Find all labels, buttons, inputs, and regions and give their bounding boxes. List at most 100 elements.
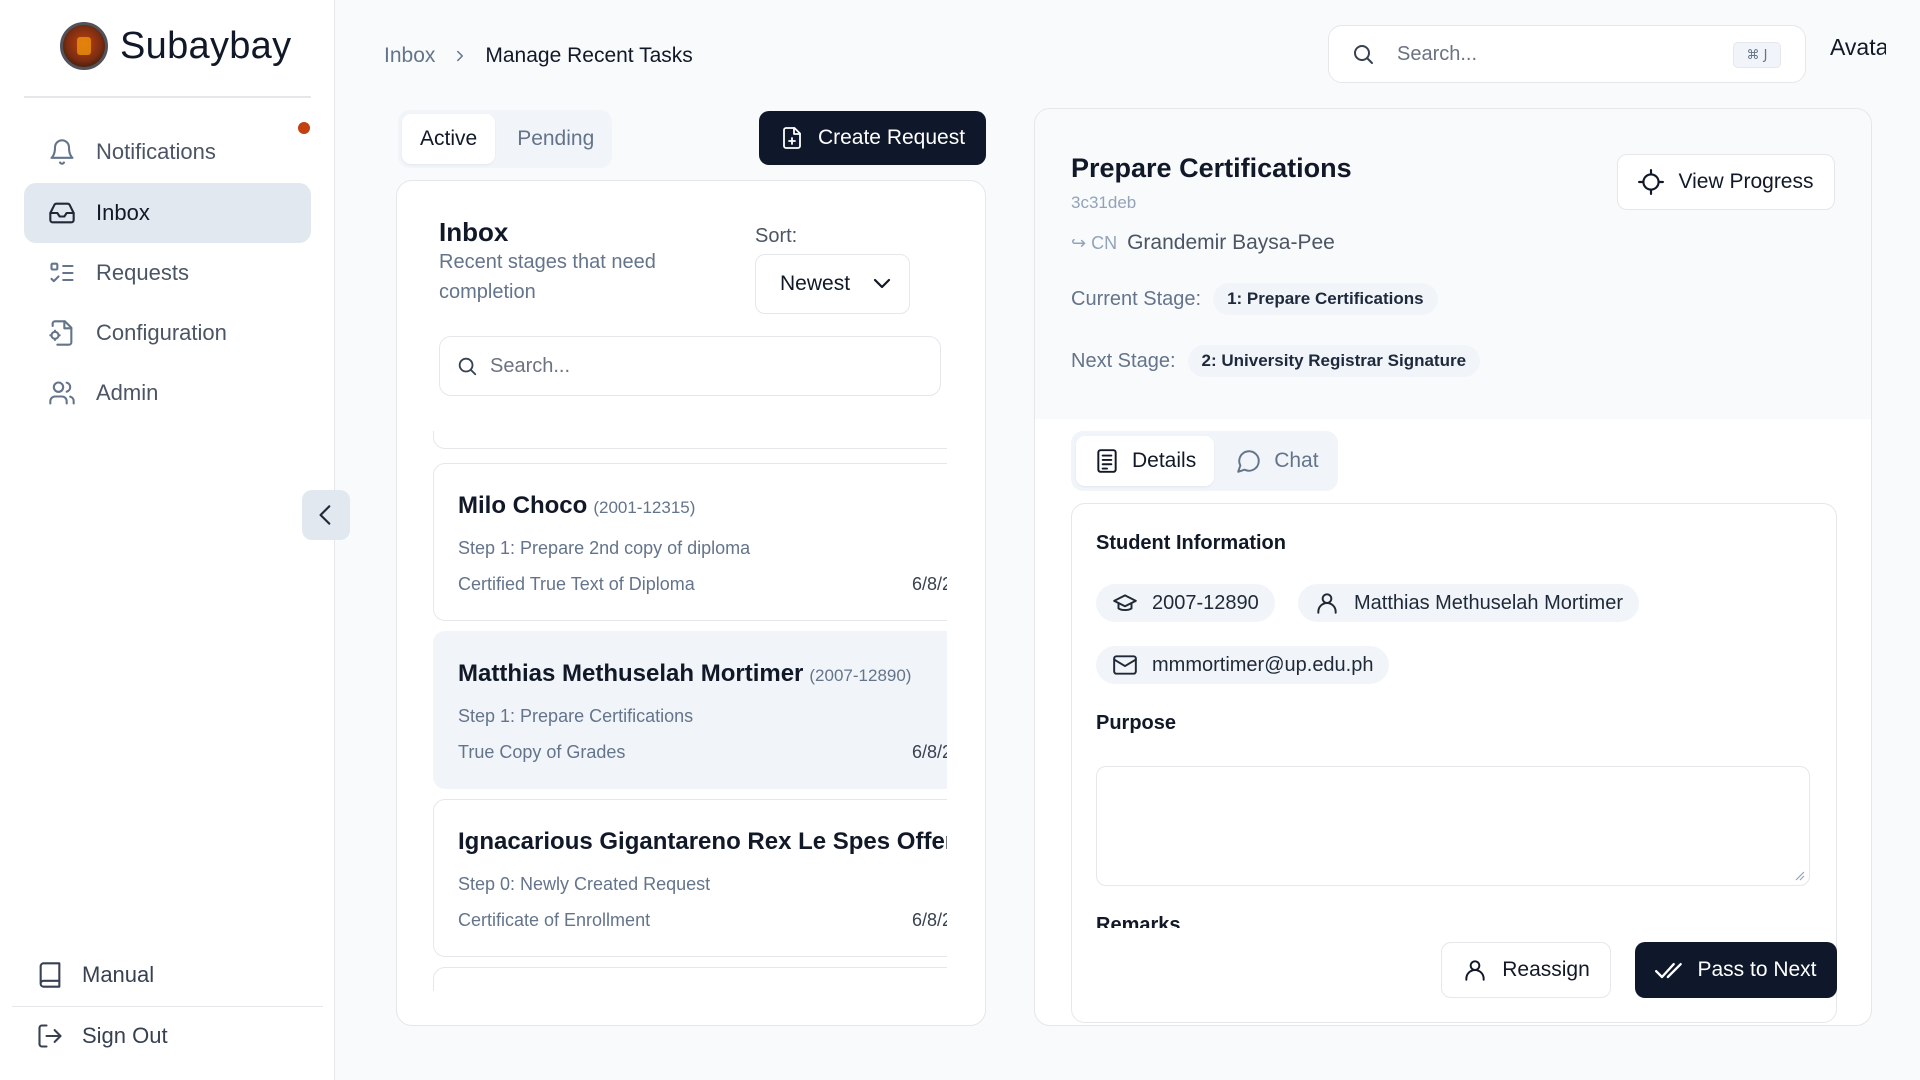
student-email: mmmortimer@up.edu.ph (1152, 653, 1374, 676)
divider (24, 96, 311, 98)
document-icon (1097, 449, 1117, 473)
sign-out-label: Sign Out (82, 1023, 168, 1048)
sidebar-item-label: Notifications (96, 139, 216, 164)
reassign-label: Reassign (1502, 958, 1590, 981)
student-id: (2007-12890) (809, 666, 912, 685)
graduation-cap-icon (1113, 594, 1137, 612)
list-item-document: Certificate of Enrollment (458, 910, 651, 930)
assignee-tag: ↪ CN (1071, 232, 1118, 253)
book-icon (39, 962, 61, 988)
sidebar-item-inbox[interactable]: Inbox (24, 183, 311, 243)
chevron-right-icon (457, 50, 464, 62)
sidebar-item-manual[interactable]: Manual (36, 961, 154, 989)
list-item-date: 6/8/2 (912, 742, 947, 762)
current-stage-label: Current Stage: (1071, 287, 1202, 310)
list-checks-icon (50, 262, 74, 283)
tab-chat[interactable]: Chat (1218, 436, 1336, 486)
list-item[interactable] (433, 431, 947, 449)
list-item-document: Certified True Text of Diploma (458, 574, 695, 594)
remarks-title: Remarks (1096, 914, 1181, 928)
requester-name: Milo Choco (458, 492, 588, 519)
list-item-document: True Copy of Grades (458, 742, 626, 762)
tab-pending[interactable]: Pending (499, 114, 612, 164)
sidebar-item-label: Admin (96, 380, 159, 405)
sign-out-icon (38, 1024, 62, 1048)
avatar[interactable]: Avatar (1830, 34, 1886, 61)
status-tabs: Active Pending (398, 110, 612, 168)
requester-name: Ignacarious Gigantareno Rex Le Spes Offe… (458, 828, 947, 855)
search-placeholder: Search... (490, 354, 571, 377)
student-number: 2007-12890 (1152, 591, 1259, 614)
view-progress-label: View Progress (1678, 170, 1814, 193)
sidebar-item-configuration[interactable]: Configuration (24, 303, 311, 363)
pass-to-next-button[interactable]: Pass to Next (1635, 942, 1837, 998)
list-item[interactable] (433, 967, 947, 991)
sidebar-item-label: Inbox (96, 200, 150, 225)
list-item[interactable]: Milo Choco (2001-12315) Step 1: Prepare 2… (433, 463, 947, 621)
create-request-button[interactable]: Create Request (759, 111, 986, 165)
current-stage-row: Current Stage: 1: Prepare Certifications (1071, 283, 1438, 315)
next-stage-label: Next Stage: (1071, 349, 1176, 372)
divider (12, 1006, 323, 1007)
user-icon (1317, 593, 1337, 614)
double-check-icon (1655, 963, 1683, 979)
stage-title: Prepare Certifications (1071, 153, 1352, 183)
sort-value: Newest (780, 272, 851, 295)
chat-bubble-icon (1237, 450, 1260, 473)
tab-active[interactable]: Active (402, 114, 496, 164)
breadcrumb-inbox[interactable]: Inbox (384, 44, 435, 68)
list-item-selected[interactable]: Matthias Methuselah Mortimer (2007-12890)… (433, 631, 947, 789)
sidebar-item-label: Requests (96, 260, 189, 285)
breadcrumb: Inbox Manage Recent Tasks (384, 44, 693, 68)
sidebar-item-notifications[interactable]: Notifications (24, 122, 311, 182)
tab-details[interactable]: Details (1076, 436, 1215, 486)
users-icon (49, 381, 75, 405)
tab-chat-label: Chat (1274, 449, 1319, 472)
university-seal-logo (60, 22, 108, 70)
file-cog-icon (49, 320, 73, 346)
list-item-step: Step 1: Prepare 2nd copy of diploma (458, 538, 751, 558)
search-placeholder: Search... (1397, 42, 1478, 65)
request-code: 3c31deb (1071, 193, 1137, 212)
resize-handle-icon[interactable] (1793, 869, 1805, 881)
purpose-textarea[interactable] (1096, 766, 1810, 886)
bell-icon (50, 139, 74, 165)
sidebar-item-label: Manual (82, 962, 155, 987)
pass-to-next-label: Pass to Next (1697, 958, 1817, 981)
details-scroll-area[interactable]: Student Information 2007-12890 Matthias … (1072, 504, 1836, 928)
inbox-search-input[interactable]: Search... (439, 336, 941, 396)
student-name-chip: Matthias Methuselah Mortimer (1298, 584, 1639, 622)
file-plus-icon (783, 127, 801, 149)
inbox-card: Inbox Recent stages that need completion… (396, 180, 986, 1026)
inbox-list[interactable]: Milo Choco (2001-12315) Step 1: Prepare 2… (433, 431, 947, 991)
view-progress-button[interactable]: View Progress (1617, 154, 1835, 210)
list-item[interactable]: Ignacarious Gigantareno Rex Le Spes Offe… (433, 799, 947, 957)
crosshair-icon (1638, 169, 1665, 195)
sort-label: Sort: (755, 225, 798, 247)
assignee-name: Grandemir Baysa-Pee (1127, 231, 1335, 254)
chevron-down-icon (873, 278, 891, 289)
request-detail-panel: Prepare Certifications 3c31deb ↪ CN Gran… (1034, 108, 1872, 1026)
search-icon (458, 357, 477, 376)
list-item-name: Ignacarious Gigantareno Rex Le Spes Offe… (458, 828, 947, 856)
student-id: (2001-12315) (593, 498, 696, 517)
global-search-input[interactable]: Search... ⌘ J (1328, 25, 1806, 83)
collapse-sidebar-button[interactable] (302, 490, 350, 540)
breadcrumb-current: Manage Recent Tasks (485, 44, 693, 67)
notification-dot (298, 122, 310, 134)
requester-name: Matthias Methuselah Mortimer (458, 660, 804, 687)
purpose-title: Purpose (1096, 712, 1177, 734)
sign-out-button[interactable]: Sign Out (36, 1022, 168, 1050)
sidebar-item-admin[interactable]: Admin (24, 363, 311, 423)
mail-icon (1113, 655, 1137, 675)
brand[interactable]: Subaybay (60, 22, 291, 70)
sidebar-item-label: Configuration (96, 320, 227, 345)
student-number-chip: 2007-12890 (1096, 584, 1275, 622)
list-item-name: Matthias Methuselah Mortimer (2007-12890) (458, 660, 911, 688)
list-item-step: Step 1: Prepare Certifications (458, 706, 694, 726)
keyboard-shortcut-badge: ⌘ J (1733, 42, 1781, 68)
sidebar-item-requests[interactable]: Requests (24, 243, 311, 303)
detail-tabs: Details Chat (1071, 431, 1338, 491)
sort-select[interactable]: Newest (755, 254, 910, 314)
reassign-button[interactable]: Reassign (1441, 942, 1611, 998)
